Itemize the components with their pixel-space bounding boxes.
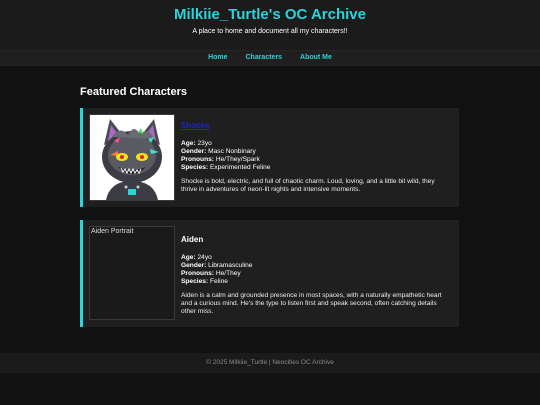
pronouns-label: Pronouns: <box>181 270 214 277</box>
pronouns-row: Pronouns: He/They <box>181 270 451 278</box>
age-value: 23yo <box>197 140 212 147</box>
character-name: Aiden <box>181 235 204 244</box>
gender-label: Gender: <box>181 148 207 155</box>
species-value: Feline <box>209 278 228 285</box>
site-tagline: A place to home and document all my char… <box>192 28 348 35</box>
site-title: Milkiie_Turtle's OC Archive <box>174 6 366 23</box>
age-label: Age: <box>181 254 196 261</box>
age-row: Age: 24yo <box>181 254 451 262</box>
pronouns-value: He/They <box>215 270 241 277</box>
nav-home-link[interactable]: Home <box>208 54 227 61</box>
nav-characters-link[interactable]: Characters <box>245 54 282 61</box>
shocke-portrait <box>89 114 175 201</box>
pronouns-row: Pronouns: He/They/Spark <box>181 156 451 164</box>
site-header: Milkiie_Turtle's OC Archive A place to h… <box>0 0 540 50</box>
age-row: Age: 23yo <box>181 140 451 148</box>
character-description: Aiden is a calm and grounded presence in… <box>181 292 442 315</box>
gender-row: Gender: Masc Nonbinary <box>181 148 451 156</box>
gender-label: Gender: <box>181 262 207 269</box>
nav-about-link[interactable]: About Me <box>300 54 332 61</box>
section-title: Featured Characters <box>80 86 187 98</box>
species-row: Species: Feline <box>181 278 451 286</box>
character-card-shocke: Shocke Age: 23yo Gender: Masc Nonbinary … <box>80 108 459 207</box>
species-value: Experimented Feline <box>209 164 271 171</box>
aiden-info: Aiden Age: 24yo Gender: Libramasculine P… <box>181 234 451 316</box>
pronouns-label: Pronouns: <box>181 156 214 163</box>
species-label: Species: <box>181 164 209 171</box>
nav-bar: Home Characters About Me <box>0 50 540 66</box>
shocke-info: Shocke Age: 23yo Gender: Masc Nonbinary … <box>181 122 451 194</box>
species-label: Species: <box>181 278 209 285</box>
age-value: 24yo <box>197 254 212 261</box>
character-card-aiden: Aiden Portrait Aiden Age: 24yo Gender: L… <box>80 220 459 327</box>
pronouns-value: He/They/Spark <box>215 156 260 163</box>
gender-row: Gender: Libramasculine <box>181 262 451 270</box>
shocke-portrait-image <box>90 115 174 200</box>
gender-value: Libramasculine <box>208 262 253 269</box>
age-label: Age: <box>181 140 196 147</box>
site-footer: © 2025 Milkiie_Turtle | Neocities OC Arc… <box>0 353 540 373</box>
character-description: Shocke is bold, electric, and full of ch… <box>181 178 435 193</box>
broken-image-alt: Aiden Portrait <box>91 228 134 235</box>
aiden-portrait: Aiden Portrait <box>89 226 175 320</box>
species-row: Species: Experimented Feline <box>181 164 451 172</box>
gender-value: Masc Nonbinary <box>208 148 256 155</box>
character-name-link[interactable]: Shocke <box>181 122 451 130</box>
